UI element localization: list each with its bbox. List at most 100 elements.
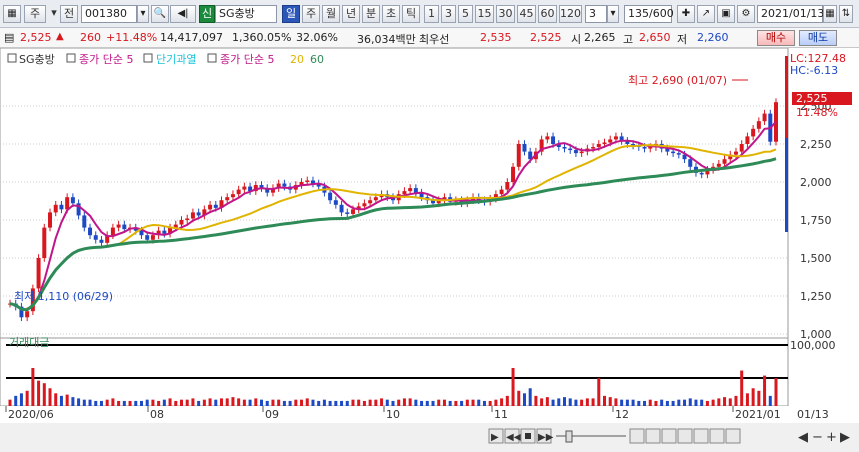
volume-bar — [517, 390, 521, 406]
market-select[interactable]: 주 — [24, 5, 46, 23]
candle-body — [751, 128, 756, 137]
candle-body — [671, 151, 676, 154]
candle-body — [236, 189, 241, 195]
date-input[interactable]: 2021/01/13 — [757, 5, 824, 23]
zoom-in-icon[interactable]: + — [826, 430, 837, 445]
volume-bar — [534, 395, 538, 406]
volume-bar — [408, 398, 412, 406]
pct-tag-label: 11.48% — [796, 106, 838, 119]
volume-axis-label: 100,000 — [790, 339, 836, 352]
volume-bar — [42, 383, 46, 406]
candle-body — [208, 204, 213, 210]
volume-bar — [482, 400, 486, 406]
minute-dropdown-icon[interactable]: ▾ — [607, 5, 619, 23]
volume-bar — [128, 400, 132, 406]
minute-120-button[interactable]: 120 — [559, 5, 582, 23]
candle-body — [602, 142, 607, 144]
chart-arrow-icon[interactable]: ↗ — [697, 5, 715, 23]
add-indicator-icon[interactable]: ✚ — [677, 5, 695, 23]
minute-5-button[interactable]: 5 — [458, 5, 473, 23]
volume-bar — [637, 400, 641, 406]
zoom-a-icon[interactable] — [629, 428, 645, 444]
menu-icon[interactable]: ▤ — [4, 31, 14, 44]
volume-bar — [734, 395, 738, 406]
zoom-out-icon[interactable]: − — [812, 430, 823, 445]
period-second-tab[interactable]: 초 — [382, 5, 400, 23]
candle-body — [368, 200, 373, 204]
candle-body — [568, 148, 573, 151]
candle-body — [59, 204, 64, 210]
x-tick-label: 11 — [494, 408, 508, 421]
settings-icon[interactable]: ⚙ — [737, 5, 755, 23]
volume-bar — [322, 399, 326, 406]
save-icon[interactable]: ▣ — [717, 5, 735, 23]
sound-icon[interactable]: ◀| — [170, 5, 196, 23]
minute-custom-input[interactable]: 3 — [585, 5, 607, 23]
minute-30-button[interactable]: 30 — [496, 5, 515, 23]
volume-bar — [711, 399, 715, 406]
candle-body — [42, 227, 47, 258]
volume-bar — [54, 393, 58, 406]
period-week-tab[interactable]: 주 — [302, 5, 320, 23]
zoom-d-icon[interactable] — [677, 428, 693, 444]
y-tick-label: 1,750 — [800, 214, 832, 227]
volume-bar — [242, 399, 246, 406]
candle-body — [82, 215, 87, 228]
scroll-right-icon[interactable]: ▶ — [840, 430, 850, 445]
volume-bar — [174, 400, 178, 406]
code-dropdown-icon[interactable]: ▾ — [137, 5, 149, 23]
legend-ma5: 종가 단순 5 — [79, 53, 133, 66]
candle-body — [53, 204, 58, 213]
sync-icon[interactable]: ⇅ — [839, 5, 853, 23]
buy-button[interactable]: 매수 — [757, 30, 795, 46]
period-minute-tab[interactable]: 분 — [362, 5, 380, 23]
period-month-tab[interactable]: 월 — [322, 5, 340, 23]
zoom-f-icon[interactable] — [709, 428, 725, 444]
zoom-slider-thumb[interactable] — [565, 430, 573, 443]
volume-bar — [220, 398, 224, 406]
grid-icon[interactable]: ▦ — [3, 5, 21, 23]
sell-button[interactable]: 매도 — [799, 30, 837, 46]
candle-body — [716, 163, 721, 167]
volume-bar — [25, 390, 29, 406]
volume-bar — [305, 398, 309, 406]
minute-1-button[interactable]: 1 — [424, 5, 439, 23]
zoom-b-icon[interactable] — [645, 428, 661, 444]
stock-name-field[interactable]: SG충방 — [215, 5, 277, 23]
minute-3-button[interactable]: 3 — [441, 5, 456, 23]
market-dropdown-icon[interactable]: ▾ — [49, 5, 59, 23]
bid-price: 2,525 — [530, 31, 562, 44]
volume-bar — [671, 400, 675, 406]
candle-body — [70, 197, 75, 204]
candle-body — [642, 147, 647, 149]
all-button[interactable]: 전 — [60, 5, 78, 23]
minute-15-button[interactable]: 15 — [475, 5, 494, 23]
code-input[interactable]: 001380 — [81, 5, 137, 23]
volume-bar — [340, 400, 344, 406]
period-year-tab[interactable]: 년 — [342, 5, 360, 23]
volume-bar — [105, 399, 109, 406]
candle-body — [185, 218, 190, 220]
high-marker: 최고 2,690 (01/07) — [628, 74, 727, 87]
minute-45-button[interactable]: 45 — [517, 5, 536, 23]
scroll-left-icon[interactable]: ◀ — [798, 430, 808, 445]
calendar-icon[interactable]: ▦ — [823, 5, 837, 23]
zoom-e-icon[interactable] — [693, 428, 709, 444]
stock-chart[interactable]: 1,0001,2501,5001,7502,0002,2502,500 SG충방… — [0, 48, 859, 452]
minute-60-button[interactable]: 60 — [538, 5, 557, 23]
volume-bar — [197, 400, 201, 406]
trade-amount: 36,034백만 — [357, 33, 416, 46]
volume-bar — [620, 399, 624, 406]
x-end-label: 01/13 — [797, 408, 829, 421]
up-arrow-icon: ▲ — [56, 31, 64, 42]
period-tick-tab[interactable]: 틱 — [402, 5, 420, 23]
volume-bar — [8, 399, 12, 406]
candle-body — [522, 144, 527, 152]
volume-bar — [683, 399, 687, 406]
search-icon[interactable]: 🔍 — [151, 5, 169, 23]
zoom-g-icon[interactable] — [725, 428, 741, 444]
x-tick-label: 2021/01 — [735, 408, 781, 421]
zoom-c-icon[interactable] — [661, 428, 677, 444]
period-day-tab[interactable]: 일 — [282, 5, 300, 23]
count-field[interactable]: 135/600 — [624, 5, 674, 23]
